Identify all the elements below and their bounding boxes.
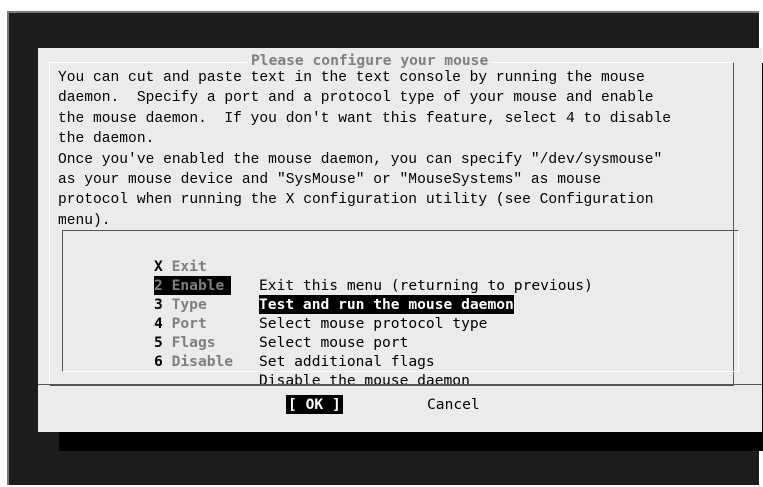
menu-item-tag: X Exit <box>154 258 207 275</box>
ok-button[interactable]: [ OK ] <box>286 395 343 414</box>
menu-item-desc: Exit this menu (returning to previous) <box>259 277 593 294</box>
ok-bracket-right: ] <box>323 396 341 413</box>
dialog-message: You can cut and paste text in the text c… <box>58 68 671 231</box>
menu-item-tag: 4 Port <box>154 315 207 332</box>
menu-item-desc: Disable the mouse daemon <box>259 372 470 389</box>
menu-item-enable[interactable]: 2 Enable Test and run the mouse daemon <box>63 257 514 314</box>
menu-item-tag: 6 Disable <box>154 353 234 370</box>
dialog-title: Please configure your mouse <box>247 52 493 69</box>
menu-item-tag: 2 Enable <box>154 276 231 295</box>
message-line: menu). <box>58 212 111 229</box>
message-line: the daemon. <box>58 131 155 148</box>
message-line: the mouse daemon. If you don't want this… <box>58 110 672 127</box>
message-line: protocol when running the X configuratio… <box>58 192 654 209</box>
menu-list: X Exit Exit this menu (returning to prev… <box>62 230 739 389</box>
cancel-button[interactable]: Cancel <box>427 395 480 414</box>
menu-item-desc: Set additional flags <box>259 353 435 370</box>
menu-item-desc: Test and run the mouse daemon <box>259 295 514 314</box>
menu-item-type[interactable]: 3 Type Select mouse protocol type <box>63 276 487 332</box>
message-line: as your mouse device and "SysMouse" or "… <box>58 172 601 189</box>
menu-item-disable[interactable]: 6 Disable Disable the mouse daemon <box>63 333 470 389</box>
button-separator <box>38 384 762 385</box>
menu-item-desc: Select mouse protocol type <box>259 315 488 332</box>
menu-item-tag: 5 Flags <box>154 334 216 351</box>
message-line: You can cut and paste text in the text c… <box>58 70 645 86</box>
message-line: daemon. Specify a port and a protocol ty… <box>58 90 654 107</box>
mouse-config-dialog: Please configure your mouse You can cut … <box>38 48 762 432</box>
cancel-label: Cancel <box>427 396 480 413</box>
menu-item-desc: Select mouse port <box>259 334 409 351</box>
message-line: Once you've enabled the mouse daemon, yo… <box>58 151 663 168</box>
menu-item-flags[interactable]: 5 Flags Set additional flags <box>63 314 435 370</box>
ok-label: OK <box>305 396 324 413</box>
menu-item-port[interactable]: 4 Port Select mouse port <box>63 295 408 351</box>
menu-item-exit[interactable]: X Exit Exit this menu (returning to prev… <box>63 238 593 294</box>
ok-bracket-left: [ <box>288 396 306 413</box>
menu-item-tag: 3 Type <box>154 296 207 313</box>
dialog-shadow-bottom <box>59 432 763 451</box>
